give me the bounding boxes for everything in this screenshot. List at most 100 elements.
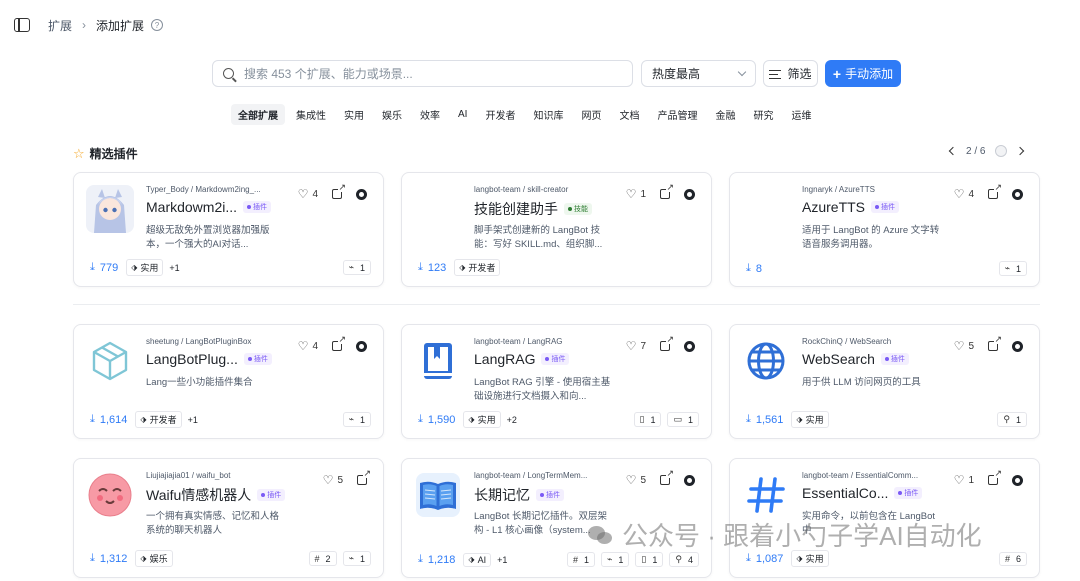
github-icon[interactable] <box>684 188 695 200</box>
plugin-author[interactable]: langbot-team / EssentialComm... <box>802 471 942 480</box>
category-tab[interactable]: 实用 <box>337 104 371 125</box>
plugin-name[interactable]: Markdowm2i... <box>146 199 237 215</box>
plugin-card[interactable]: langbot-team / skill-creator 技能创建助手 技能 脚手架式… <box>401 172 712 287</box>
search-box[interactable] <box>212 60 633 87</box>
chevron-right-icon[interactable] <box>1016 146 1025 156</box>
search-input[interactable] <box>244 66 614 81</box>
plugin-tag[interactable]: ⬗ 实用 <box>463 411 501 428</box>
like-button[interactable]: ♡ 7 <box>626 340 646 352</box>
help-icon[interactable]: ? <box>151 19 164 31</box>
like-button[interactable]: ♡ 5 <box>323 474 343 486</box>
github-icon[interactable] <box>684 474 695 486</box>
plugin-tag[interactable]: ⬗ 实用 <box>126 259 164 276</box>
like-button[interactable]: ♡ 4 <box>954 188 974 200</box>
sidebar-toggle-icon[interactable] <box>14 18 30 32</box>
plugin-name[interactable]: WebSearch <box>802 351 875 367</box>
more-tags-count[interactable]: +1 <box>169 263 179 273</box>
github-icon[interactable] <box>1012 340 1023 352</box>
like-count: 4 <box>312 340 318 352</box>
sort-select[interactable]: 热度最高 <box>641 60 756 87</box>
category-tab[interactable]: 开发者 <box>478 104 522 125</box>
category-tab[interactable]: 集成性 <box>289 104 333 125</box>
category-tab[interactable]: 效率 <box>413 104 447 125</box>
download-count: ⤓ 1,218 <box>418 553 455 566</box>
plugin-name[interactable]: LangRAG <box>474 351 535 367</box>
category-tab[interactable]: 研究 <box>746 104 780 125</box>
plugin-author[interactable]: Typer_Body / Markdowm2ing_... <box>146 185 286 194</box>
category-tab[interactable]: 全部扩展 <box>231 103 285 125</box>
heart-icon: ♡ <box>953 339 965 353</box>
plugin-author[interactable]: Liujiajiajia01 / waifu_bot <box>146 471 286 480</box>
plugin-card[interactable]: Ingnaryk / AzureTTS AzureTTS 插件 适用于 LangBot… <box>729 172 1040 287</box>
category-tab[interactable]: AI <box>451 106 474 123</box>
badge-dot-icon <box>568 207 572 211</box>
plugin-name[interactable]: 技能创建助手 <box>474 199 558 219</box>
plugin-author[interactable]: sheetung / LangBotPluginBox <box>146 337 286 346</box>
component-icon: ⌁ <box>606 554 613 564</box>
external-link-icon[interactable] <box>660 469 674 485</box>
plugin-card[interactable]: Typer_Body / Markdowm2ing_... Markdowm2i.… <box>73 172 384 287</box>
category-tab[interactable]: 知识库 <box>526 104 570 125</box>
category-tab[interactable]: 产品管理 <box>650 104 704 125</box>
plugin-author[interactable]: langbot-team / skill-creator <box>474 185 614 194</box>
plugin-tag[interactable]: ⬗ AI <box>463 552 492 567</box>
plugin-tag[interactable]: ⬗ 开发者 <box>135 411 182 428</box>
category-tab[interactable]: 运维 <box>784 104 818 125</box>
plugin-thumbnail <box>86 337 134 385</box>
more-tags-count[interactable]: +1 <box>497 555 507 565</box>
plugin-name[interactable]: EssentialCo... <box>802 485 888 501</box>
category-tab[interactable]: 娱乐 <box>375 104 409 125</box>
breadcrumb-parent[interactable]: 扩展 <box>48 17 72 34</box>
external-link-icon[interactable] <box>988 183 1002 199</box>
like-button[interactable]: ♡ 1 <box>954 474 974 486</box>
external-link-icon[interactable] <box>332 335 346 351</box>
like-button[interactable]: ♡ 4 <box>298 188 318 200</box>
plugin-card[interactable]: RockChinQ / WebSearch WebSearch 插件 用于供 LLM … <box>729 324 1040 439</box>
like-count: 5 <box>640 474 646 486</box>
external-link-icon[interactable] <box>660 183 674 199</box>
like-button[interactable]: ♡ 4 <box>298 340 318 352</box>
category-tab[interactable]: 文档 <box>612 104 646 125</box>
plugin-name[interactable]: AzureTTS <box>802 199 865 215</box>
plugin-card[interactable]: sheetung / LangBotPluginBox LangBotPlug..… <box>73 324 384 439</box>
github-icon[interactable] <box>356 340 367 352</box>
component-icon: ▯ <box>641 554 647 564</box>
like-button[interactable]: ♡ 5 <box>626 474 646 486</box>
plugin-name[interactable]: 长期记忆 <box>474 485 530 505</box>
external-link-icon[interactable] <box>357 469 371 485</box>
plugin-name[interactable]: LangBotPlug... <box>146 351 238 367</box>
plugin-tag[interactable]: ⬗ 实用 <box>791 411 829 428</box>
like-button[interactable]: ♡ 5 <box>954 340 974 352</box>
like-button[interactable]: ♡ 1 <box>626 188 646 200</box>
component-count: ▯ 1 <box>635 552 664 567</box>
github-icon[interactable] <box>1012 474 1023 486</box>
filter-button[interactable]: 筛选 <box>763 60 818 87</box>
plugin-author[interactable]: langbot-team / LongTermMem... <box>474 471 614 480</box>
add-manually-button[interactable]: + 手动添加 <box>825 60 901 87</box>
plugin-author[interactable]: langbot-team / LangRAG <box>474 337 614 346</box>
github-icon[interactable] <box>356 188 367 200</box>
download-count-value: 779 <box>99 261 119 274</box>
like-count: 5 <box>337 474 343 486</box>
download-count-value: 1,218 <box>427 553 456 566</box>
plugin-tag[interactable]: ⬗ 娱乐 <box>135 550 173 567</box>
external-link-icon[interactable] <box>332 183 346 199</box>
external-link-icon[interactable] <box>988 335 1002 351</box>
external-link-icon[interactable] <box>660 335 674 351</box>
chevron-left-icon[interactable] <box>948 146 958 156</box>
category-tab[interactable]: 网页 <box>574 104 608 125</box>
plugin-card[interactable]: langbot-team / LangRAG LangRAG 插件 LangBot R… <box>401 324 712 439</box>
github-icon[interactable] <box>1012 188 1023 200</box>
plugin-card[interactable]: Liujiajiajia01 / waifu_bot Waifu情感机器人 插件 一个… <box>73 458 384 578</box>
plugin-tag[interactable]: ⬗ 开发者 <box>454 259 501 276</box>
more-tags-count[interactable]: +2 <box>507 415 517 425</box>
plugin-author[interactable]: Ingnaryk / AzureTTS <box>802 185 942 194</box>
github-icon[interactable] <box>684 340 695 352</box>
autoplay-icon[interactable] <box>995 145 1008 157</box>
plugin-name[interactable]: Waifu情感机器人 <box>146 485 251 505</box>
external-link-icon[interactable] <box>988 469 1002 485</box>
plugin-author[interactable]: RockChinQ / WebSearch <box>802 337 942 346</box>
category-tab[interactable]: 金融 <box>708 104 742 125</box>
more-tags-count[interactable]: +1 <box>188 415 198 425</box>
plugin-thumbnail <box>414 471 462 519</box>
